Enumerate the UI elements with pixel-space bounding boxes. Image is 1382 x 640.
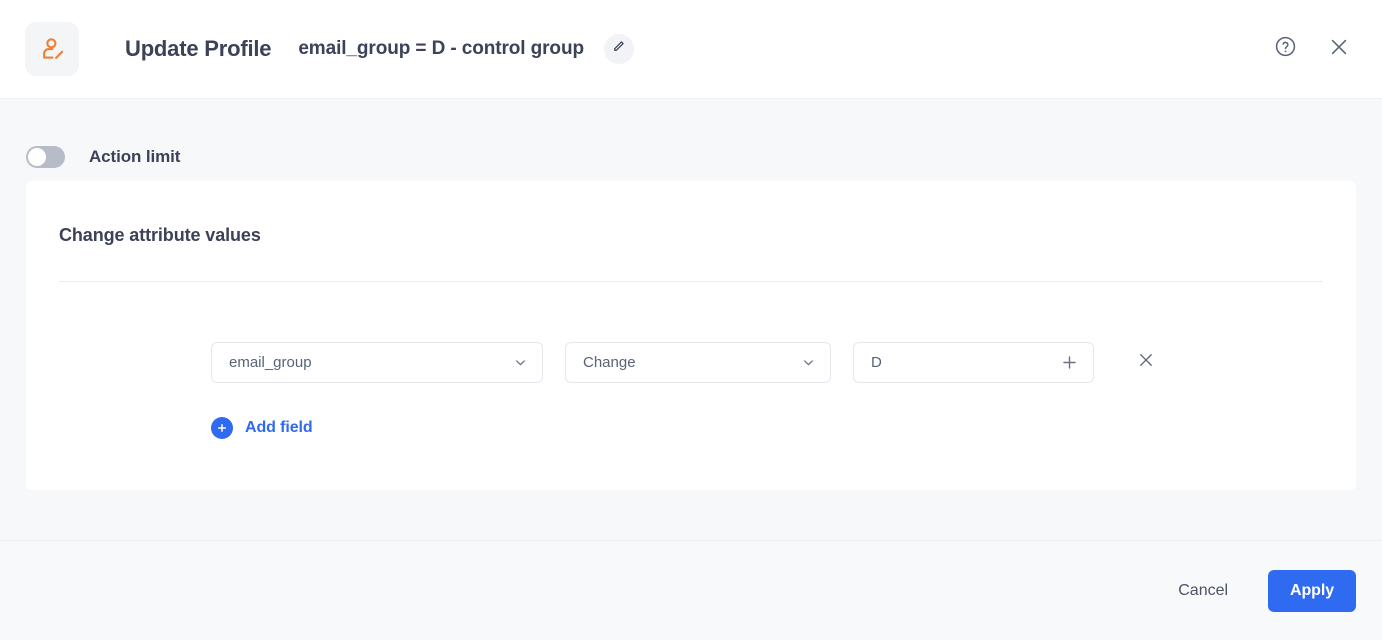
plus-icon[interactable] bbox=[1060, 353, 1079, 372]
user-edit-icon bbox=[25, 22, 79, 76]
remove-field-button[interactable] bbox=[1132, 349, 1160, 377]
modal-body: Action limit Change attribute values ema… bbox=[0, 99, 1382, 540]
cancel-button[interactable]: Cancel bbox=[1164, 572, 1242, 610]
change-attribute-values-card: Change attribute values email_group Chan… bbox=[26, 181, 1356, 490]
action-limit-row: Action limit bbox=[0, 99, 1382, 181]
edit-name-button[interactable] bbox=[603, 34, 634, 64]
pencil-icon bbox=[612, 40, 625, 58]
value-input-value: D bbox=[871, 354, 882, 371]
question-circle-icon bbox=[1274, 35, 1297, 63]
close-icon bbox=[1137, 351, 1155, 374]
apply-button[interactable]: Apply bbox=[1268, 569, 1356, 612]
action-limit-toggle[interactable] bbox=[26, 146, 65, 168]
operation-select-value: Change bbox=[583, 354, 636, 371]
help-button[interactable] bbox=[1268, 32, 1302, 66]
card-title: Change attribute values bbox=[59, 225, 261, 245]
page-title: Update Profile bbox=[125, 36, 272, 61]
attribute-field-row: email_group Change D bbox=[59, 282, 1323, 383]
attribute-select-value: email_group bbox=[229, 354, 312, 371]
action-limit-label: Action limit bbox=[89, 147, 181, 166]
close-icon bbox=[1328, 36, 1350, 63]
update-profile-modal: Update Profile email_group = D - control… bbox=[0, 0, 1382, 640]
attribute-select[interactable]: email_group bbox=[211, 342, 543, 383]
chevron-down-icon bbox=[513, 355, 528, 370]
add-field-label: Add field bbox=[245, 419, 313, 436]
plus-circle-icon bbox=[211, 417, 233, 439]
add-field-button[interactable]: Add field bbox=[211, 417, 313, 439]
close-button[interactable] bbox=[1322, 32, 1356, 66]
value-input[interactable]: D bbox=[853, 342, 1094, 383]
operation-select[interactable]: Change bbox=[565, 342, 831, 383]
modal-footer: Cancel Apply bbox=[0, 540, 1382, 640]
chevron-down-icon bbox=[801, 355, 816, 370]
header-subtitle: email_group = D - control group bbox=[298, 38, 584, 59]
toggle-knob bbox=[28, 148, 46, 166]
modal-header: Update Profile email_group = D - control… bbox=[0, 0, 1382, 99]
